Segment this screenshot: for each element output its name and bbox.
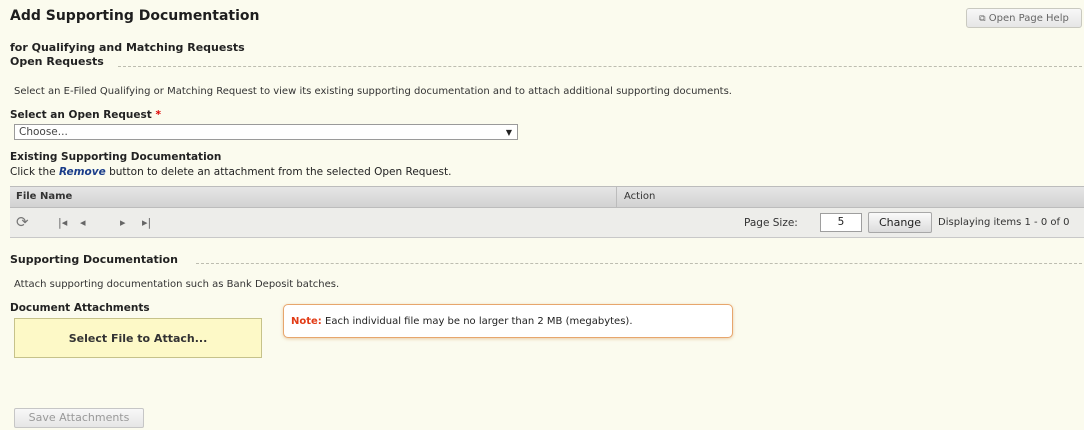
page-subtitle: for Qualifying and Matching Requests (10, 41, 245, 54)
open-requests-heading: Open Requests (10, 55, 104, 68)
section-divider (196, 263, 1082, 264)
open-requests-intro: Select an E-Filed Qualifying or Matching… (14, 86, 732, 97)
section-divider (118, 66, 1082, 67)
prev-page-icon[interactable]: ◂ (80, 216, 86, 229)
paging-status-text: Displaying items 1 - 0 of 0 (938, 217, 1070, 228)
page-size-label: Page Size: (744, 217, 798, 229)
change-page-size-button[interactable]: Change (868, 212, 932, 233)
save-attachments-button[interactable]: Save Attachments (14, 408, 144, 428)
column-header-file-name[interactable]: File Name (16, 191, 72, 202)
open-request-select[interactable]: Choose... ▼ (14, 124, 518, 140)
open-request-select-value: Choose... (19, 126, 68, 138)
file-size-note: Note: Each individual file may be no lar… (283, 304, 733, 338)
attachments-grid-header: File Name Action (10, 186, 1084, 208)
refresh-icon[interactable]: ⟳ (16, 213, 29, 231)
column-header-action[interactable]: Action (624, 191, 655, 202)
select-file-to-attach-button[interactable]: Select File to Attach... (14, 318, 262, 358)
grid-pager: ⟳ |◂ ◂ ▸ ▸| Page Size: 5 Change Displayi… (10, 208, 1084, 238)
required-marker: * (155, 109, 161, 121)
existing-docs-heading: Existing Supporting Documentation (10, 151, 222, 163)
supporting-docs-intro: Attach supporting documentation such as … (14, 279, 340, 290)
page-title: Add Supporting Documentation (10, 8, 260, 24)
note-label: Note: (291, 316, 322, 327)
document-attachments-label: Document Attachments (10, 302, 150, 314)
first-page-icon[interactable]: |◂ (58, 216, 67, 229)
next-page-icon[interactable]: ▸ (120, 216, 126, 229)
supporting-docs-heading: Supporting Documentation (10, 253, 178, 266)
select-open-request-label: Select an Open Request * (10, 109, 161, 121)
dropdown-arrow-icon: ▼ (505, 128, 512, 137)
column-divider (616, 187, 617, 207)
page-size-input[interactable]: 5 (820, 213, 862, 232)
note-text: Each individual file may be no larger th… (325, 316, 633, 327)
open-page-help-button[interactable]: ⧉ Open Page Help (966, 8, 1082, 28)
existing-docs-instruction: Click the Remove button to delete an att… (10, 166, 452, 178)
popup-window-icon: ⧉ (979, 14, 986, 24)
open-page-help-label: Open Page Help (988, 13, 1069, 24)
remove-keyword: Remove (58, 166, 106, 178)
last-page-icon[interactable]: ▸| (142, 216, 151, 229)
